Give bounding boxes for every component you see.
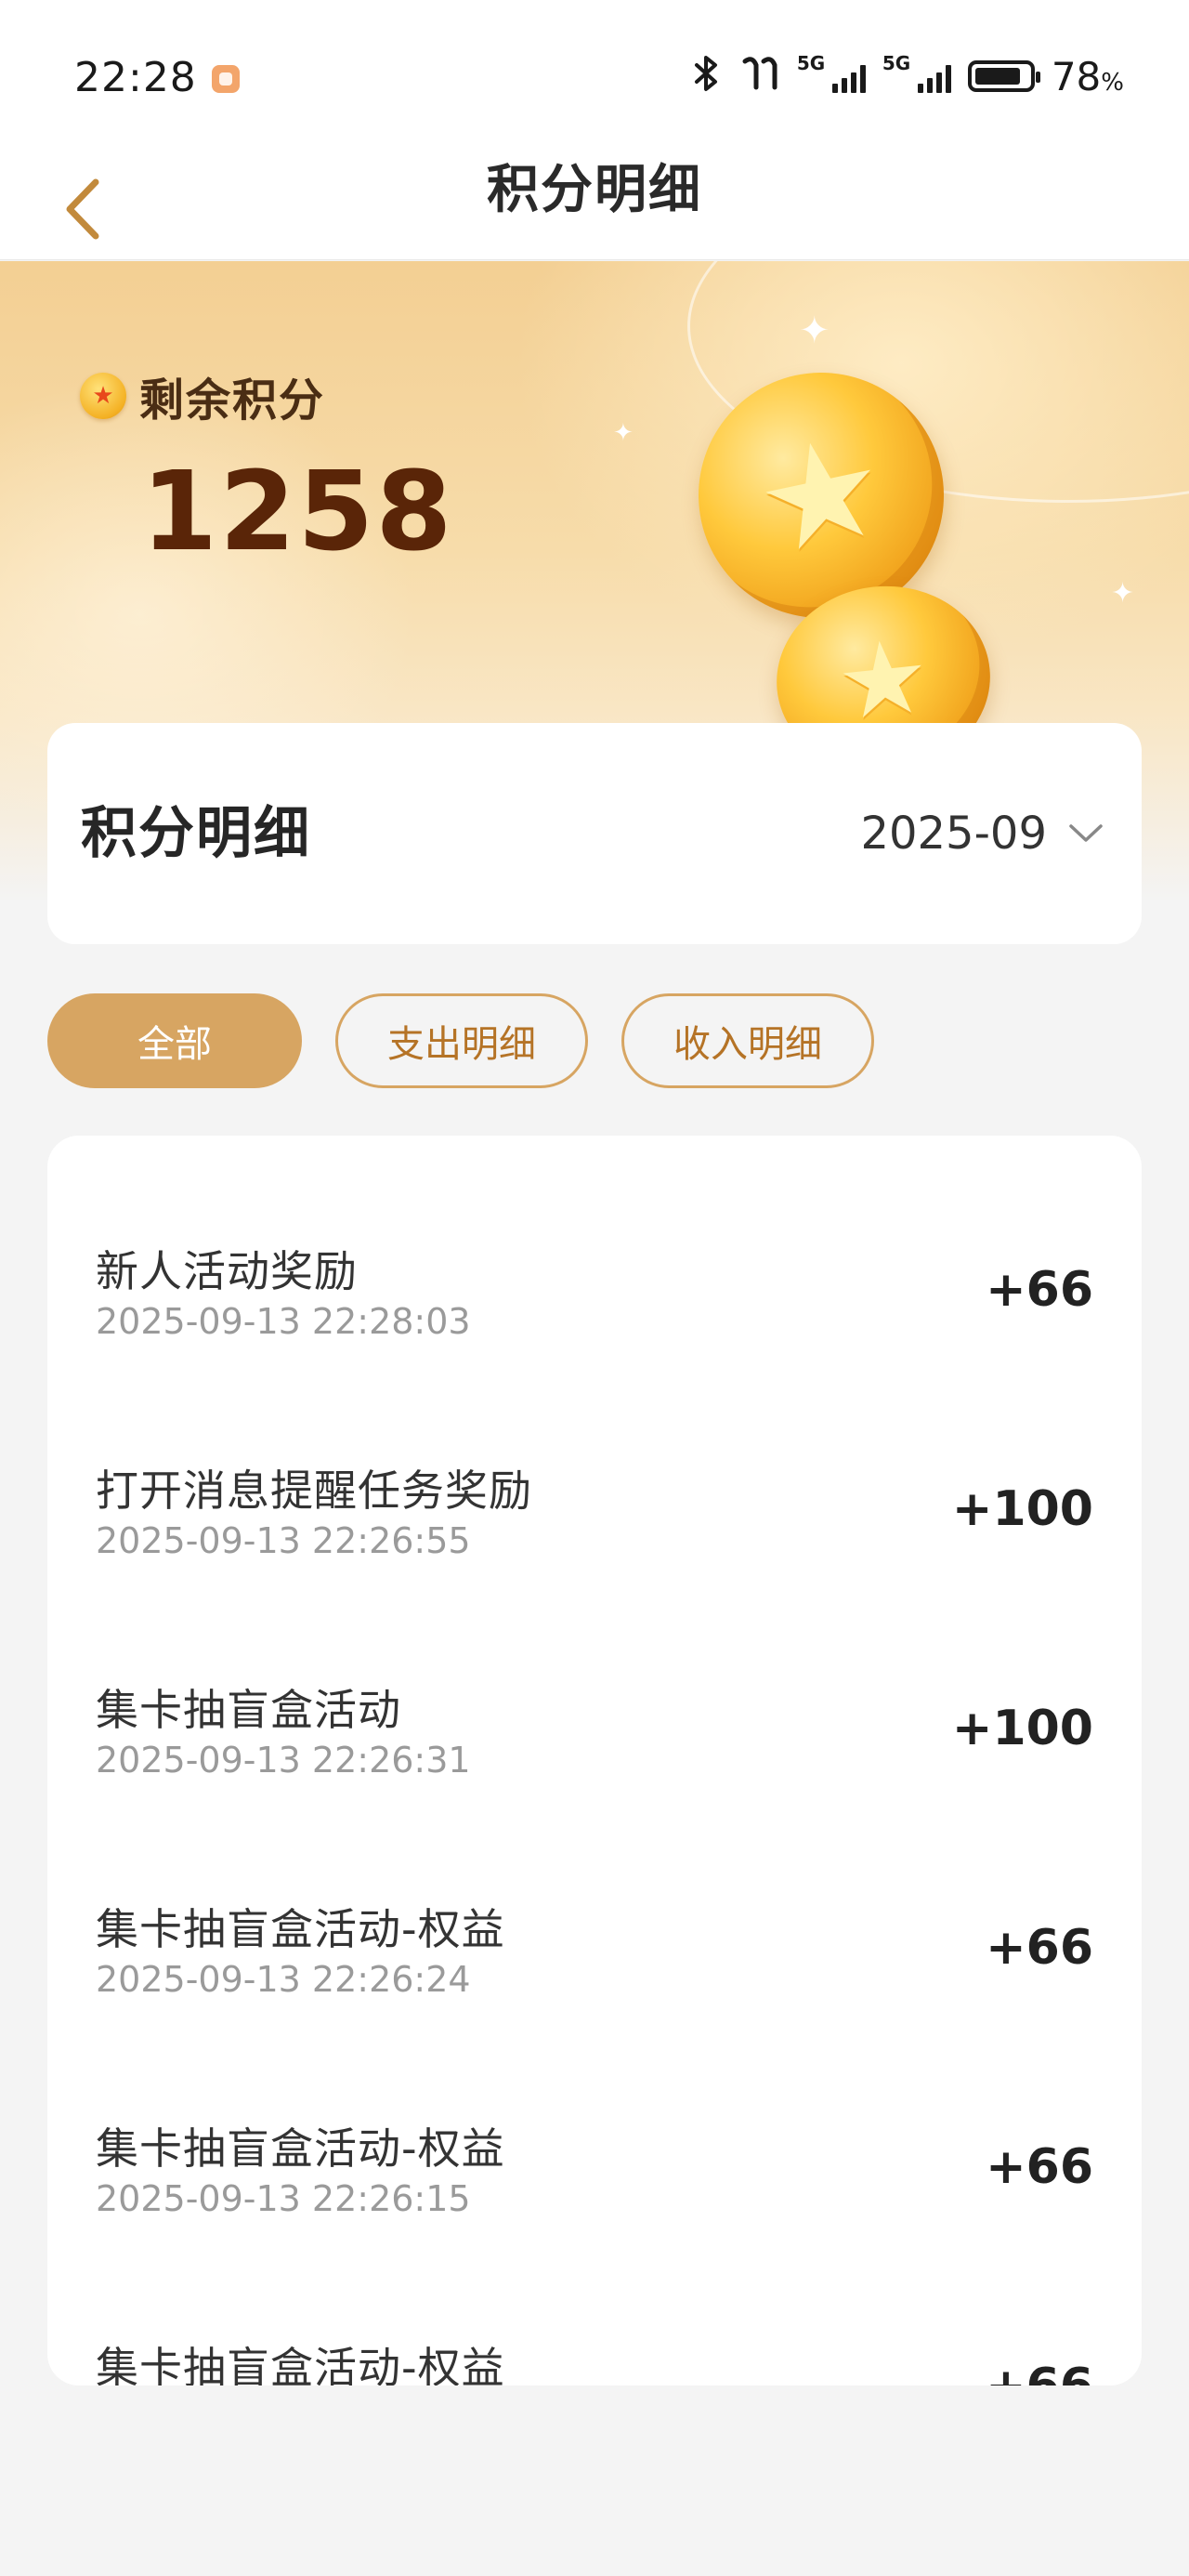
record-amount: +66	[986, 1920, 1093, 1976]
coin-icon: ★	[80, 373, 126, 419]
detail-header-card: 积分明细 2025-09	[47, 723, 1142, 944]
record-amount: +66	[986, 1262, 1093, 1318]
record-title: 集卡抽盲盒活动-权益	[96, 2123, 505, 2174]
list-item[interactable]: 新人活动奖励 2025-09-13 22:28:03 +66	[47, 1136, 1142, 1355]
signal-icon-sim1: 5G	[797, 52, 866, 93]
sparkle-icon: ✦	[613, 419, 634, 447]
tab-income[interactable]: 收入明细	[621, 993, 874, 1088]
record-title: 集卡抽盲盒活动-权益	[96, 2343, 505, 2385]
signal-2-label: 5G	[882, 52, 911, 74]
record-time: 2025-09-13 22:26:15	[96, 2178, 471, 2219]
record-title: 集卡抽盲盒活动-权益	[96, 1904, 505, 1954]
record-title: 集卡抽盲盒活动	[96, 1685, 401, 1735]
list-item[interactable]: 集卡抽盲盒活动-权益 2025-09-13 22:26:24 +66	[47, 1794, 1142, 2013]
earbuds-icon	[739, 54, 780, 99]
list-item[interactable]: 集卡抽盲盒活动-权益 2025-09-13 22:26:15 +66	[47, 2013, 1142, 2232]
tab-expense[interactable]: 支出明细	[335, 993, 588, 1088]
signal-1-label: 5G	[796, 52, 826, 74]
points-label: 剩余积分	[139, 375, 326, 427]
sparkle-icon: ✦	[1111, 577, 1135, 610]
points-balance: 1258	[141, 447, 454, 575]
battery-icon	[967, 60, 1040, 92]
detail-title: 积分明细	[81, 801, 311, 866]
record-time: 2025-09-13 22:26:31	[96, 1740, 471, 1781]
bluetooth-icon	[691, 54, 723, 99]
record-time: 2025-09-13 22:28:03	[96, 1301, 471, 1342]
list-item[interactable]: 集卡抽盲盒活动 2025-09-13 22:26:31 +100	[47, 1574, 1142, 1794]
app-notification-icon	[212, 65, 240, 93]
sparkle-icon: ✦	[799, 309, 830, 352]
record-amount: +66	[986, 2139, 1093, 2195]
record-amount: +100	[951, 1701, 1093, 1756]
status-icons: 5G 5G 78%	[691, 52, 1124, 99]
record-amount: +100	[951, 1481, 1093, 1537]
record-amount: +66	[986, 2359, 1093, 2385]
record-time: 2025-09-13 22:26:55	[96, 1520, 471, 1561]
record-time: 2025-09-13 22:26:24	[96, 1959, 471, 2000]
month-value: 2025-09	[860, 808, 1047, 860]
records-list: 新人活动奖励 2025-09-13 22:28:03 +66 打开消息提醒任务奖…	[47, 1136, 1142, 2385]
record-title: 打开消息提醒任务奖励	[96, 1465, 532, 1516]
list-item[interactable]: 打开消息提醒任务奖励 2025-09-13 22:26:55 +100	[47, 1355, 1142, 1574]
status-time: 22:28	[74, 54, 197, 101]
record-title: 新人活动奖励	[96, 1246, 358, 1296]
battery-level: 78%	[1051, 53, 1124, 99]
tab-all[interactable]: 全部	[47, 993, 302, 1088]
list-item[interactable]: 集卡抽盲盒活动-权益 +66	[47, 2232, 1142, 2385]
points-detail-page: 22:28 5G 5G 78% 积分明细 ✦ ✦ ✦ ★ 剩余积分 1258 ★…	[0, 0, 1189, 2576]
month-selector[interactable]: 2025-09	[860, 723, 1104, 944]
page-title: 积分明细	[487, 160, 702, 220]
nav-bar: 积分明细	[0, 158, 1189, 260]
status-bar: 22:28 5G 5G 78%	[0, 0, 1189, 158]
chevron-down-icon	[1069, 824, 1103, 842]
filter-tabs: 全部 支出明细 收入明细	[47, 993, 874, 1088]
signal-icon-sim2: 5G	[882, 52, 951, 93]
points-label-group: ★ 剩余积分	[80, 363, 325, 428]
